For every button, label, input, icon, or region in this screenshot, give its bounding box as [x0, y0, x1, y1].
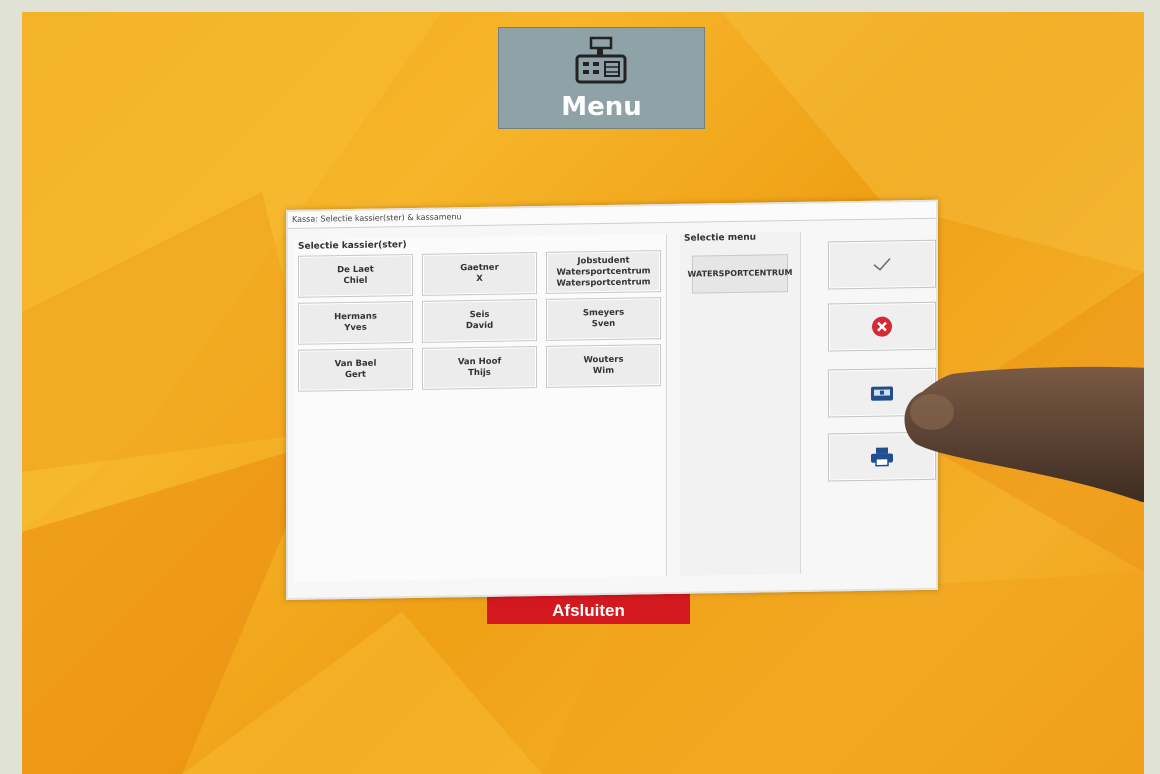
cashier-firstname: David — [465, 320, 494, 332]
checkmark-icon — [873, 258, 891, 271]
cashier-button[interactable]: Hermans Yves — [298, 301, 413, 345]
cashier-panel: Selectie kassier(ster) De Laet Chiel Gae… — [294, 234, 667, 582]
menu-section-label: Selectie menu — [684, 232, 757, 244]
cashier-firstname: X — [476, 273, 483, 285]
cashier-button[interactable]: Jobstudent Watersportcentrum Watersportc… — [546, 250, 661, 294]
cashier-button[interactable]: De Laet Chiel — [298, 254, 413, 298]
pos-desktop: Menu Afsluiten Kassa: Selectie kassier(s… — [22, 12, 1144, 774]
cashier-button[interactable]: Seis David — [422, 299, 537, 343]
cashier-firstname: Wim — [592, 365, 615, 377]
cashier-firstname: Chiel — [343, 275, 368, 287]
cashier-button[interactable]: Van Hoof Thijs — [422, 346, 537, 390]
cashier-button[interactable]: Smeyers Sven — [546, 297, 661, 341]
cashier-button[interactable]: Wouters Wim — [546, 344, 661, 388]
cashier-firstname: Thijs — [468, 367, 491, 379]
close-tile-label: Afsluiten — [552, 601, 625, 620]
cancel-button[interactable] — [828, 301, 936, 352]
menu-tile-label: Menu — [561, 92, 642, 122]
menu-panel: Selectie menu WATERSPORTCENTRUM — [680, 231, 801, 576]
cancel-icon — [872, 316, 892, 337]
cashier-extra-line: Watersportcentrum — [556, 276, 651, 289]
menu-option-watersportcentrum[interactable]: WATERSPORTCENTRUM — [688, 254, 792, 294]
menu-tile[interactable]: Menu — [498, 27, 705, 129]
cashier-firstname: Yves — [344, 322, 367, 334]
cash-register-icon — [575, 36, 627, 84]
cashier-grid: De Laet Chiel Gaetner X Jobstudent Water… — [294, 250, 666, 392]
cashier-selection-dialog: Kassa: Selectie kassier(ster) & kassamen… — [286, 199, 938, 600]
confirm-button[interactable] — [828, 239, 936, 290]
cashier-button[interactable]: Gaetner X — [422, 252, 537, 296]
cashier-firstname: Gert — [345, 369, 366, 381]
cashier-button[interactable]: Van Bael Gert — [298, 348, 413, 392]
cashier-firstname: Sven — [591, 318, 616, 330]
finger-photo — [904, 366, 1144, 502]
